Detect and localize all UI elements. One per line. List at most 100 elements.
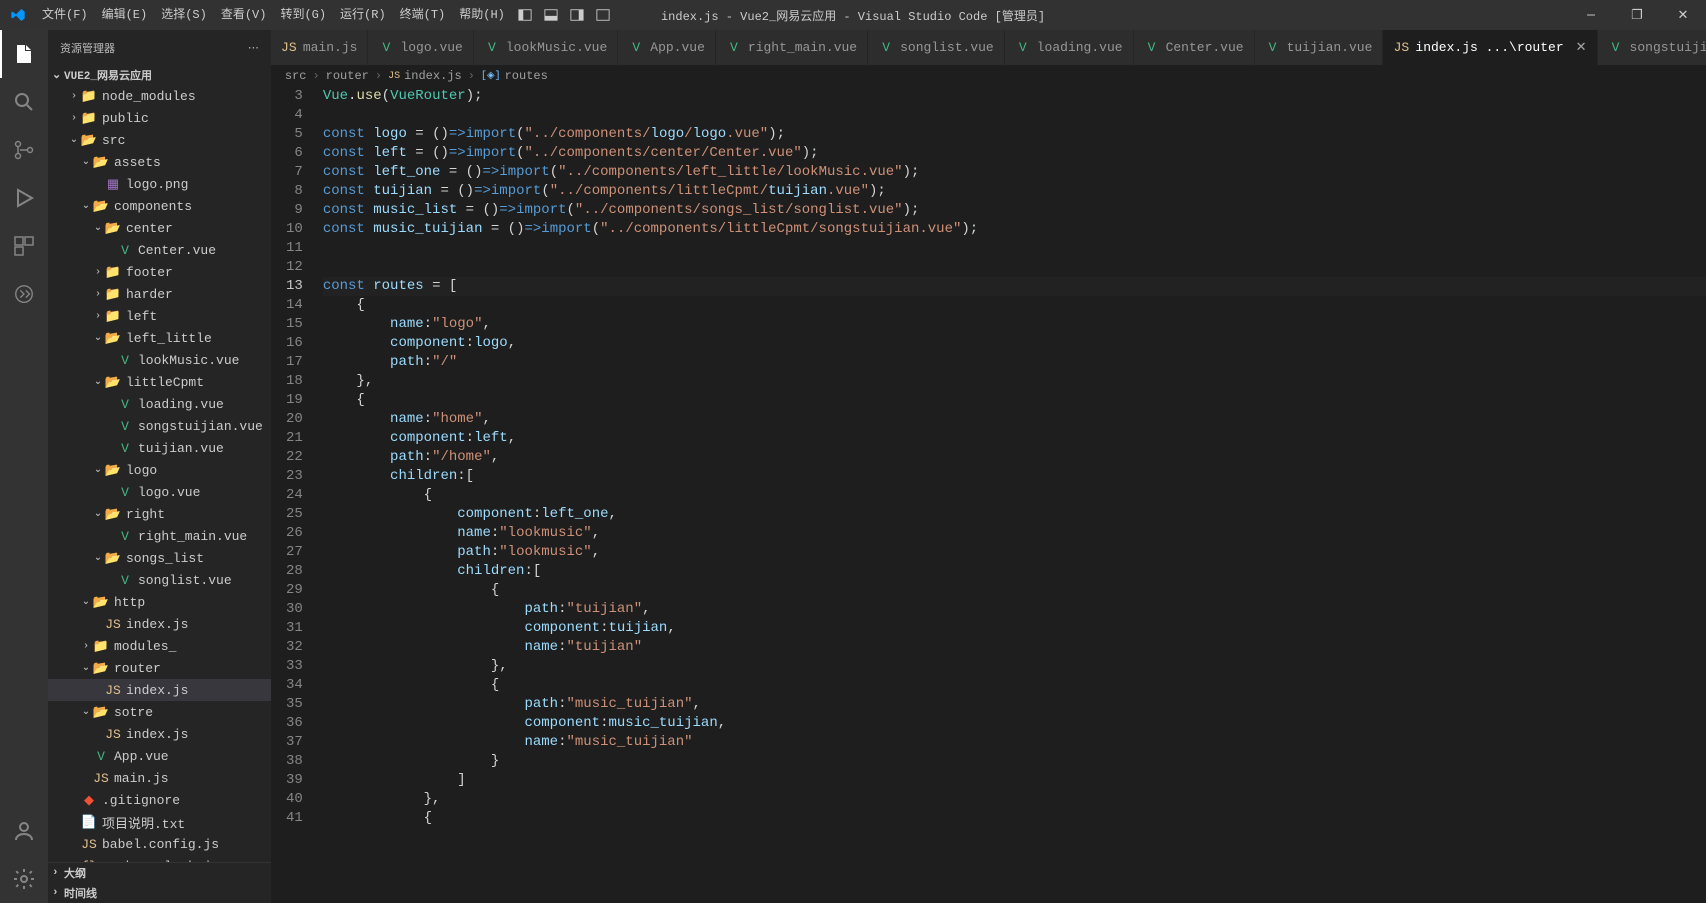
- tree-item[interactable]: ›📁harder: [48, 283, 271, 305]
- tree-item[interactable]: Vtuijian.vue: [48, 437, 271, 459]
- source-control-activity[interactable]: [0, 126, 48, 174]
- code-editor[interactable]: 3456789101112131415161718192021222324252…: [271, 87, 1706, 903]
- editor-tab[interactable]: VlookMusic.vue: [474, 30, 618, 65]
- tree-item[interactable]: JSmain.js: [48, 767, 271, 789]
- code-line[interactable]: {: [323, 581, 1706, 600]
- code-line[interactable]: component:music_tuijian,: [323, 714, 1706, 733]
- code-line[interactable]: {: [323, 296, 1706, 315]
- tree-item[interactable]: ⌄📂logo: [48, 459, 271, 481]
- tree-item[interactable]: ⌄📂songs_list: [48, 547, 271, 569]
- tree-item[interactable]: Vright_main.vue: [48, 525, 271, 547]
- run-debug-activity[interactable]: [0, 174, 48, 222]
- tree-item[interactable]: ⌄📂assets: [48, 151, 271, 173]
- code-line[interactable]: children:[: [323, 467, 1706, 486]
- code-line[interactable]: {: [323, 486, 1706, 505]
- tree-item[interactable]: ⌄📂router: [48, 657, 271, 679]
- code-content[interactable]: Vue.use(VueRouter); const logo = ()=>imp…: [323, 87, 1706, 903]
- tree-item[interactable]: 📄项目说明.txt: [48, 811, 271, 833]
- tree-item[interactable]: JSindex.js: [48, 679, 271, 701]
- code-line[interactable]: {: [323, 676, 1706, 695]
- layout-secondary-sidebar-icon[interactable]: [564, 0, 590, 30]
- remote-activity[interactable]: [0, 270, 48, 318]
- editor-tab[interactable]: VApp.vue: [618, 30, 716, 65]
- tree-item[interactable]: ›📁footer: [48, 261, 271, 283]
- code-line[interactable]: children:[: [323, 562, 1706, 581]
- tree-item[interactable]: ⌄📂components: [48, 195, 271, 217]
- editor-tab[interactable]: VCenter.vue: [1134, 30, 1255, 65]
- code-line[interactable]: name:"tuijian": [323, 638, 1706, 657]
- editor-tab[interactable]: JSindex.js ...\router✕: [1383, 30, 1597, 65]
- layout-primary-sidebar-icon[interactable]: [512, 0, 538, 30]
- code-line[interactable]: const routes = [: [323, 277, 1706, 296]
- code-line[interactable]: component:tuijian,: [323, 619, 1706, 638]
- breadcrumb-item[interactable]: src: [285, 69, 307, 83]
- code-line[interactable]: },: [323, 790, 1706, 809]
- tree-item[interactable]: Vsonglist.vue: [48, 569, 271, 591]
- code-line[interactable]: Vue.use(VueRouter);: [323, 87, 1706, 106]
- code-line[interactable]: const left_one = ()=>import("../componen…: [323, 163, 1706, 182]
- timeline-section-header[interactable]: › 时间线: [48, 883, 271, 903]
- tree-item[interactable]: ›📁node_modules: [48, 85, 271, 107]
- code-line[interactable]: component:left,: [323, 429, 1706, 448]
- tree-item[interactable]: ◆.gitignore: [48, 789, 271, 811]
- breadcrumb-item[interactable]: router: [326, 69, 369, 83]
- tree-item[interactable]: JSindex.js: [48, 613, 271, 635]
- menu-item[interactable]: 文件(F): [35, 0, 95, 30]
- code-line[interactable]: path:"lookmusic",: [323, 543, 1706, 562]
- code-line[interactable]: {: [323, 809, 1706, 828]
- extensions-activity[interactable]: [0, 222, 48, 270]
- code-line[interactable]: component:left_one,: [323, 505, 1706, 524]
- outline-section-header[interactable]: › 大纲: [48, 863, 271, 883]
- code-line[interactable]: {: [323, 391, 1706, 410]
- layout-panel-icon[interactable]: [538, 0, 564, 30]
- tree-item[interactable]: VCenter.vue: [48, 239, 271, 261]
- search-activity[interactable]: [0, 78, 48, 126]
- tree-item[interactable]: ⌄📂littleCpmt: [48, 371, 271, 393]
- menu-item[interactable]: 转到(G): [273, 0, 333, 30]
- tree-item[interactable]: ›📁modules_: [48, 635, 271, 657]
- tree-item[interactable]: ›📁public: [48, 107, 271, 129]
- code-line[interactable]: path:"music_tuijian",: [323, 695, 1706, 714]
- editor-tab[interactable]: Vlogo.vue: [368, 30, 473, 65]
- menu-item[interactable]: 编辑(E): [95, 0, 155, 30]
- tree-item[interactable]: ⌄📂src: [48, 129, 271, 151]
- maximize-button[interactable]: ❐: [1614, 0, 1660, 30]
- code-line[interactable]: },: [323, 657, 1706, 676]
- code-line[interactable]: const tuijian = ()=>import("../component…: [323, 182, 1706, 201]
- minimize-button[interactable]: ─: [1568, 0, 1614, 30]
- breadcrumb[interactable]: src›router›JS index.js›[◈] routes: [271, 65, 1706, 87]
- explorer-root-header[interactable]: ⌄ VUE2_网易云应用: [48, 65, 271, 85]
- code-line[interactable]: },: [323, 372, 1706, 391]
- code-line[interactable]: const music_tuijian = ()=>import("../com…: [323, 220, 1706, 239]
- menu-item[interactable]: 查看(V): [214, 0, 274, 30]
- code-line[interactable]: component:logo,: [323, 334, 1706, 353]
- code-line[interactable]: path:"/": [323, 353, 1706, 372]
- code-line[interactable]: name:"lookmusic",: [323, 524, 1706, 543]
- menu-item[interactable]: 帮助(H): [452, 0, 512, 30]
- editor-tab[interactable]: Vloading.vue: [1005, 30, 1134, 65]
- sidebar-actions-icon[interactable]: ⋯: [248, 41, 259, 55]
- tree-item[interactable]: ⌄📂http: [48, 591, 271, 613]
- breadcrumb-item[interactable]: [◈] routes: [481, 69, 548, 83]
- code-line[interactable]: path:"/home",: [323, 448, 1706, 467]
- code-line[interactable]: name:"music_tuijian": [323, 733, 1706, 752]
- menu-item[interactable]: 选择(S): [154, 0, 214, 30]
- tab-close-icon[interactable]: ✕: [1576, 40, 1587, 55]
- tree-item[interactable]: {}package-lock.json: [48, 855, 271, 862]
- editor-tab[interactable]: Vright_main.vue: [716, 30, 868, 65]
- accounts-activity[interactable]: [0, 807, 48, 855]
- tree-item[interactable]: ›📁left: [48, 305, 271, 327]
- code-line[interactable]: }: [323, 752, 1706, 771]
- close-button[interactable]: ✕: [1660, 0, 1706, 30]
- editor-tab[interactable]: JSmain.js: [271, 30, 369, 65]
- code-line[interactable]: const logo = ()=>import("../components/l…: [323, 125, 1706, 144]
- menu-item[interactable]: 终端(T): [393, 0, 453, 30]
- tree-item[interactable]: Vloading.vue: [48, 393, 271, 415]
- code-line[interactable]: const music_list = ()=>import("../compon…: [323, 201, 1706, 220]
- tree-item[interactable]: JSbabel.config.js: [48, 833, 271, 855]
- settings-activity[interactable]: [0, 855, 48, 903]
- code-line[interactable]: const left = ()=>import("../components/c…: [323, 144, 1706, 163]
- breadcrumb-item[interactable]: JS index.js: [388, 69, 462, 83]
- tree-item[interactable]: ⌄📂right: [48, 503, 271, 525]
- tree-item[interactable]: VApp.vue: [48, 745, 271, 767]
